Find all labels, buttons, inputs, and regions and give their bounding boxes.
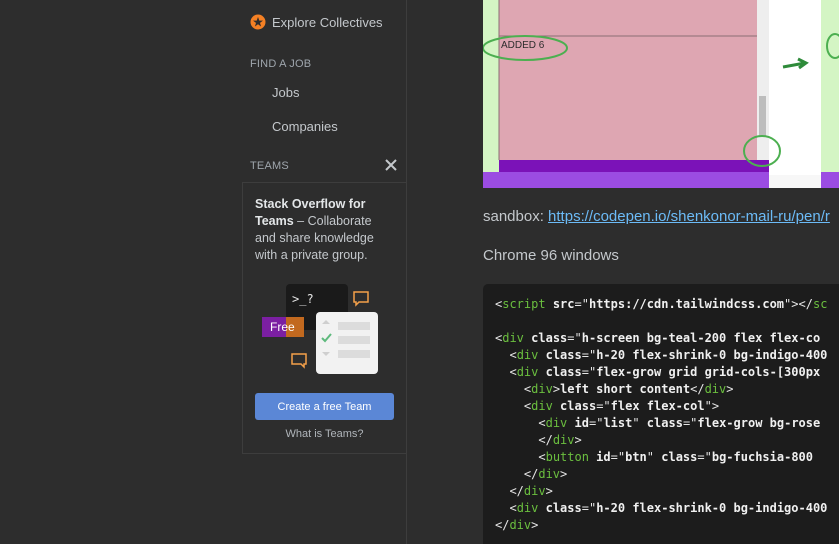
added-label: ADDED 6: [501, 40, 545, 51]
what-is-teams-link[interactable]: What is Teams?: [255, 428, 394, 440]
terminal-prompt: >_?: [292, 292, 314, 306]
teams-heading: TEAMS: [250, 160, 289, 172]
code-line-0: <script src="https://cdn.tailwindcss.com…: [495, 297, 828, 311]
left-gutter: [0, 0, 242, 544]
code-line-3: <div class="h-20 flex-shrink-0 bg-indigo…: [509, 348, 828, 362]
sandbox-link[interactable]: https://codepen.io/shenkonor-mail-ru/pen…: [548, 208, 830, 225]
code-line-7: <div id="list" class="flex-grow bg-rose: [538, 416, 821, 430]
code-line-10: </div>: [523, 467, 568, 481]
code-content: <script src="https://cdn.tailwindcss.com…: [483, 284, 839, 534]
free-badge: Free: [270, 320, 295, 334]
code-line-6: <div class="flex flex-col">: [523, 399, 720, 413]
teams-promo-text: Stack Overflow for Teams – Collaborate a…: [255, 196, 395, 264]
code-line-5: <div>left short content</div>: [523, 382, 734, 396]
nav-explore-collectives[interactable]: Explore Collectives: [250, 14, 383, 30]
code-line-2: <div class="h-screen bg-teal-200 flex fl…: [495, 331, 821, 345]
find-a-job-heading: FIND A JOB: [250, 58, 312, 70]
chrome-version-text: Chrome 96 windows: [483, 247, 619, 264]
post-screenshot-image[interactable]: ADDED 6: [483, 0, 839, 188]
teams-illustration: >_? Free: [262, 284, 378, 374]
chat-bubble-icon: [353, 291, 369, 307]
code-line-4: <div class="flex-grow grid grid-cols-[30…: [509, 365, 821, 379]
code-line-8: </div>: [538, 433, 582, 447]
code-line-13: </div>: [495, 518, 539, 532]
sandbox-line: sandbox: https://codepen.io/shenkonor-ma…: [483, 208, 830, 225]
create-free-team-button[interactable]: Create a free Team: [255, 393, 394, 420]
teams-promo-dash: –: [293, 214, 308, 228]
nav-jobs[interactable]: Jobs: [272, 85, 299, 100]
code-line-11: </div>: [509, 484, 553, 498]
collectives-icon: [250, 14, 266, 30]
code-line-9: <button id="btn" class="bg-fuchsia-800: [538, 450, 821, 464]
sandbox-label: sandbox:: [483, 208, 549, 225]
chat-bubble-icon: [291, 353, 307, 369]
explore-collectives-label: Explore Collectives: [272, 14, 383, 30]
code-line-12: <div class="h-20 flex-shrink-0 bg-indigo…: [509, 501, 828, 515]
nav-companies[interactable]: Companies: [272, 119, 338, 134]
close-icon[interactable]: [384, 158, 398, 172]
code-block[interactable]: <script src="https://cdn.tailwindcss.com…: [483, 284, 839, 544]
